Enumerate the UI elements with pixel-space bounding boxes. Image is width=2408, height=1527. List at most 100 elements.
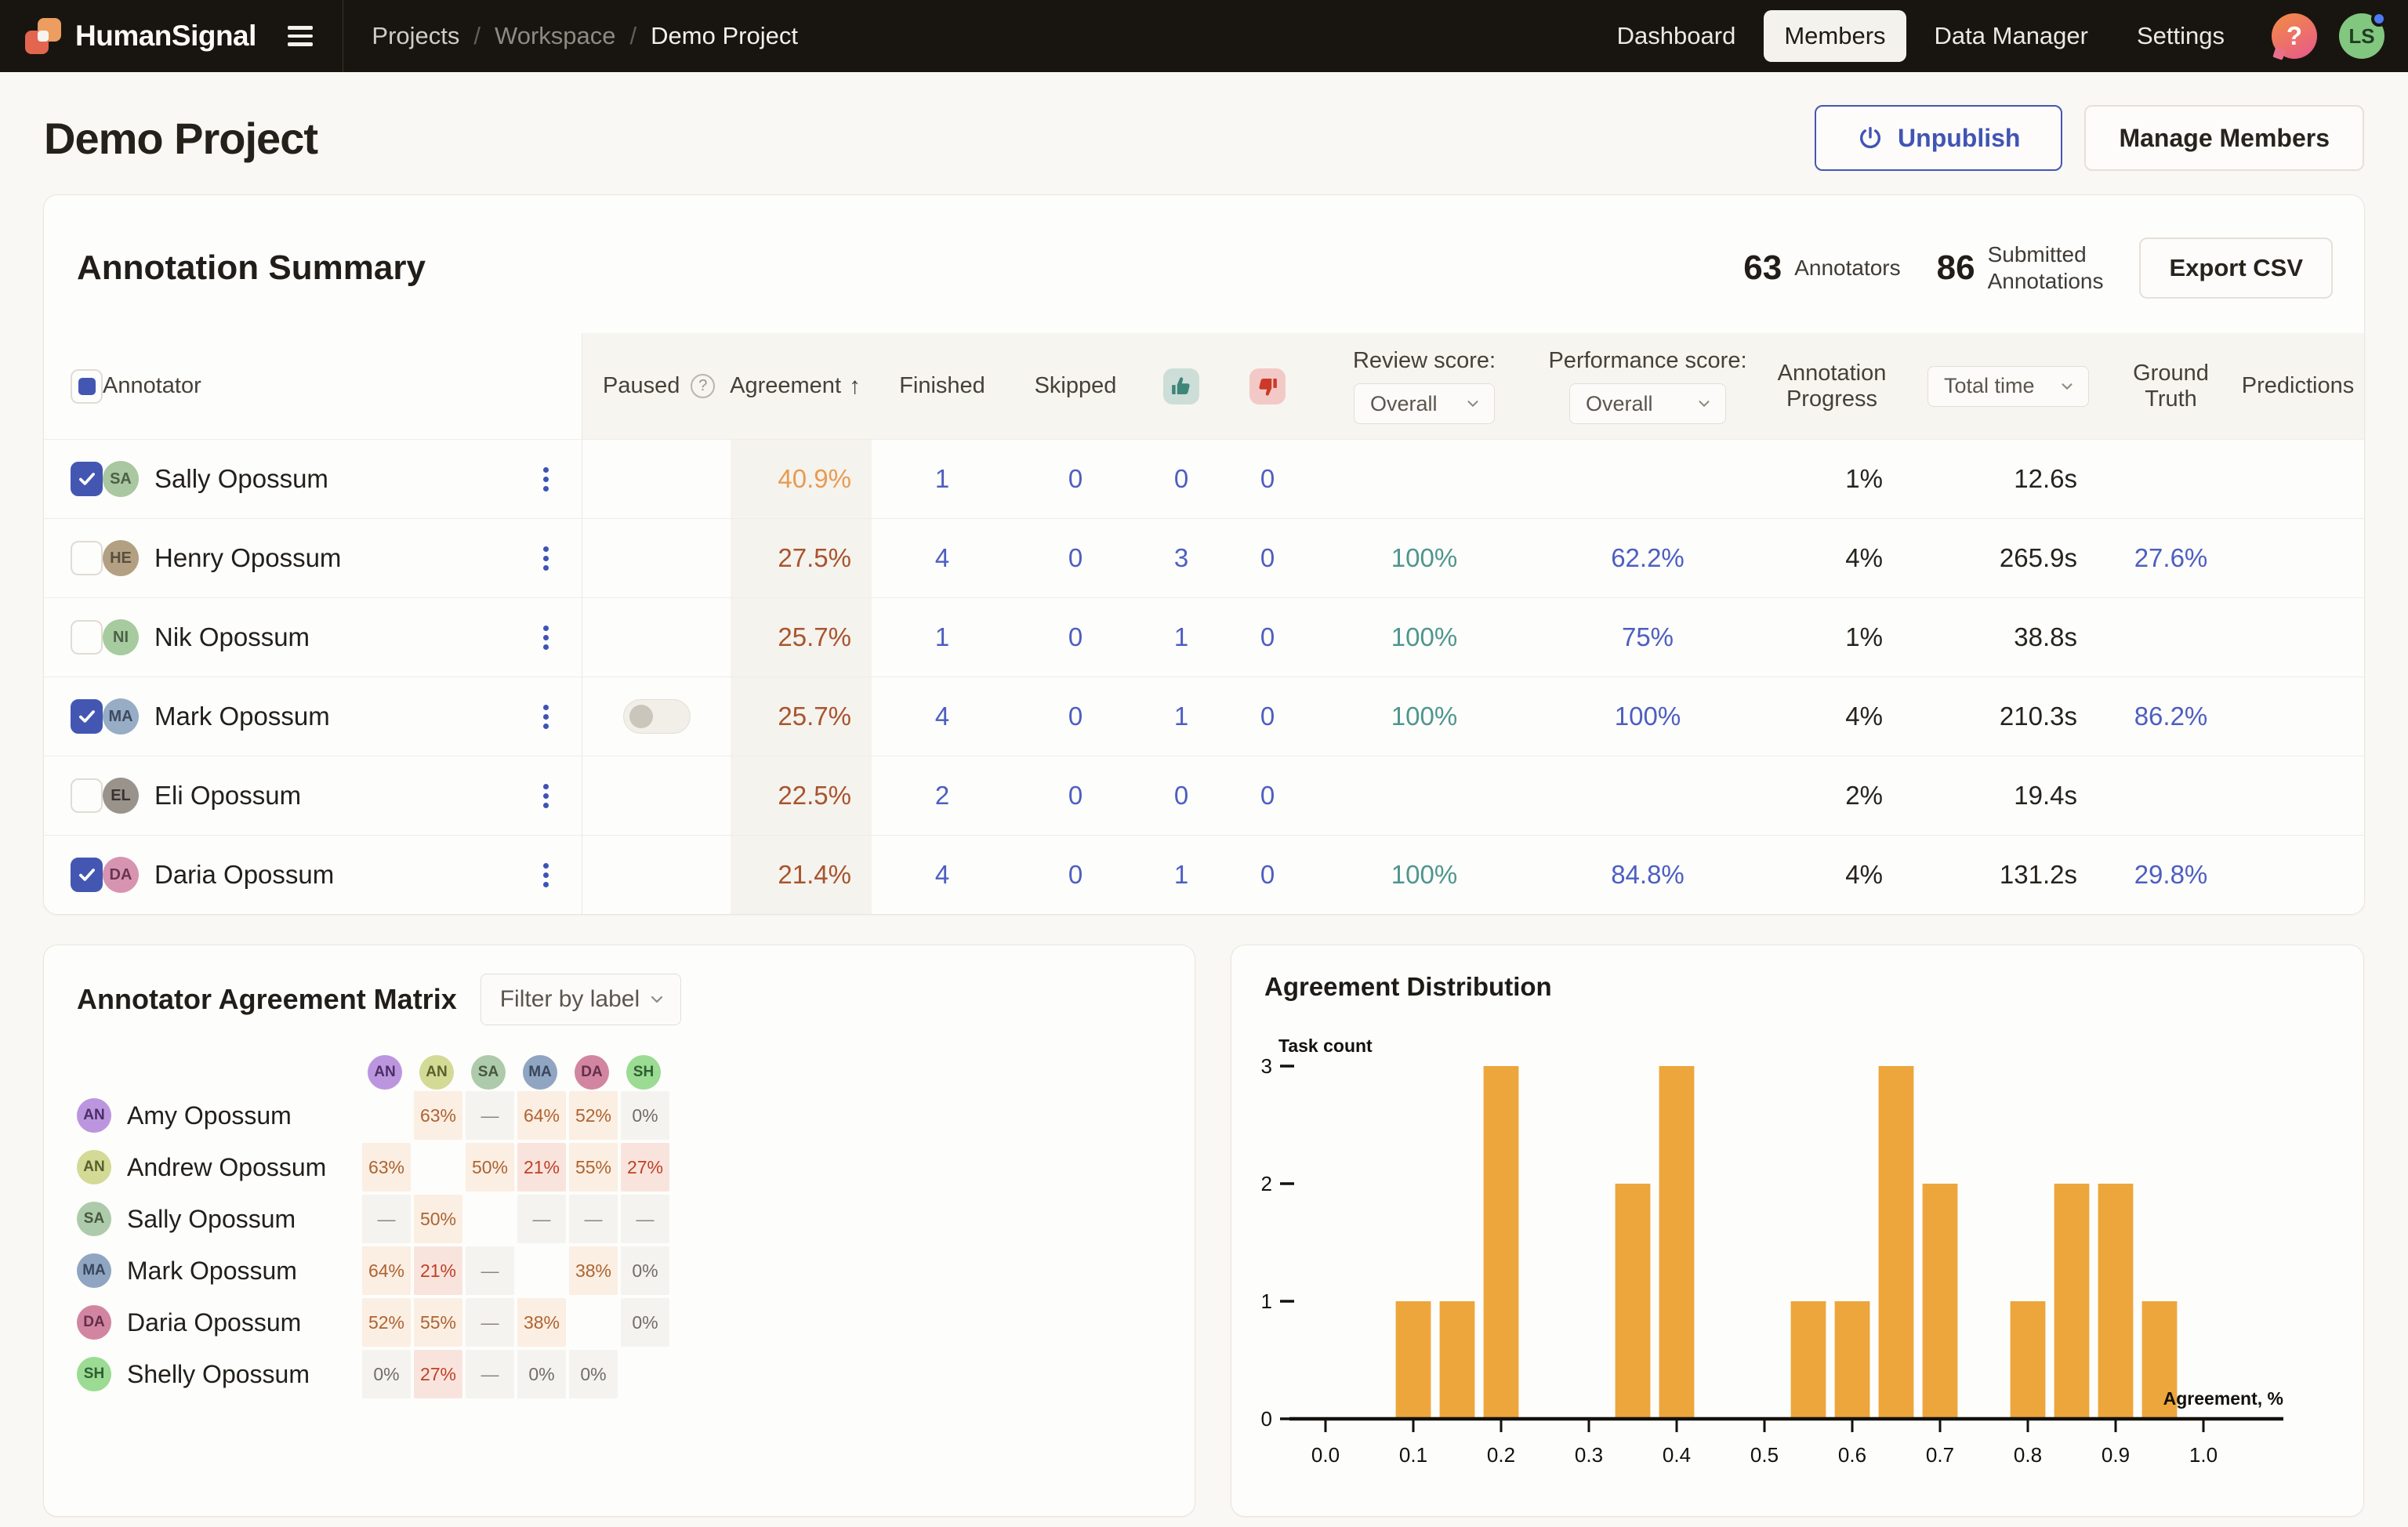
row-menu-button[interactable] [510, 440, 582, 518]
performance-score-value: 84.8% [1538, 836, 1757, 914]
table-row: EL Eli Opossum 22.5% 2 0 0 0 2% 19.4s [44, 756, 2364, 835]
breadcrumb-projects[interactable]: Projects [372, 22, 459, 50]
matrix-cell: 64% [517, 1091, 566, 1140]
column-paused: Paused ? [582, 333, 731, 439]
ground-truth-value: 86.2% [2110, 677, 2232, 756]
performance-score-value: 100% [1538, 677, 1757, 756]
matrix-cell: 38% [569, 1246, 618, 1295]
avatar: MA [77, 1253, 111, 1288]
avatar: EL [103, 778, 139, 814]
nav-settings[interactable]: Settings [2116, 10, 2245, 62]
matrix-title: Annotator Agreement Matrix [77, 983, 457, 1016]
topbar-divider [343, 0, 344, 72]
row-menu-button[interactable] [510, 519, 582, 597]
row-menu-button[interactable] [510, 677, 582, 756]
sort-ascending-icon: ↑ [849, 373, 861, 400]
matrix-cell: 27% [414, 1350, 462, 1398]
finished-value: 1 [872, 598, 1013, 676]
row-checkbox[interactable] [71, 462, 103, 496]
ground-truth-value: 29.8% [2110, 836, 2232, 914]
nav-members[interactable]: Members [1764, 10, 1906, 62]
annotation-progress-value: 1% [1757, 598, 1906, 676]
column-predictions: Predictions [2232, 333, 2364, 439]
histogram-bar [2098, 1184, 2134, 1419]
matrix-cell: — [621, 1195, 669, 1243]
paused-cell [582, 519, 731, 597]
row-menu-button[interactable] [510, 756, 582, 835]
row-checkbox[interactable] [71, 778, 103, 813]
histogram-bar [1879, 1066, 1914, 1419]
histogram-bar [1923, 1184, 1958, 1419]
filter-by-label-select[interactable]: Filter by label [481, 974, 681, 1025]
agreement-distribution-card: Agreement Distribution Task count01230.0… [1231, 945, 2364, 1517]
avatar: HE [103, 540, 139, 576]
matrix-cell: 0% [621, 1298, 669, 1347]
export-csv-button[interactable]: Export CSV [2139, 238, 2333, 299]
brand-name: HumanSignal [75, 20, 256, 53]
accepted-count: 3 [1138, 519, 1224, 597]
paused-help-icon[interactable]: ? [691, 374, 715, 398]
chart-title: Agreement Distribution [1264, 972, 1552, 1001]
avatar: SA [103, 461, 139, 497]
svg-text:1: 1 [1261, 1289, 1272, 1313]
total-time-value: 265.9s [1906, 519, 2110, 597]
help-icon[interactable]: ? [2272, 13, 2317, 59]
avatar: DA [77, 1305, 111, 1340]
row-menu-button[interactable] [510, 836, 582, 914]
avatar: SA [77, 1202, 111, 1236]
hamburger-menu-icon[interactable] [283, 21, 317, 51]
summary-table-header: Annotator Paused ? Agreement ↑ Finished … [44, 333, 2364, 439]
row-checkbox[interactable] [71, 858, 103, 892]
ground-truth-value [2110, 756, 2232, 835]
avatar: AN [368, 1055, 402, 1090]
matrix-cell: — [466, 1091, 514, 1140]
submitted-annotations-stat: 86 Submitted Annotations [1937, 241, 2104, 294]
manage-members-button[interactable]: Manage Members [2084, 105, 2364, 171]
annotation-progress-value: 4% [1757, 677, 1906, 756]
table-row: DA Daria Opossum 21.4% 4 0 1 0 100% 84.8… [44, 835, 2364, 914]
column-agreement[interactable]: Agreement ↑ [731, 333, 872, 439]
histogram-bar [1440, 1301, 1475, 1419]
svg-text:0.2: 0.2 [1487, 1443, 1515, 1467]
row-checkbox[interactable] [71, 699, 103, 734]
review-score-filter[interactable]: Overall [1354, 383, 1495, 424]
skipped-value: 0 [1013, 677, 1138, 756]
summary-title: Annotation Summary [77, 248, 426, 288]
nav-data-manager[interactable]: Data Manager [1914, 10, 2109, 62]
performance-score-value [1538, 756, 1757, 835]
chevron-down-icon [2058, 378, 2076, 395]
svg-text:2: 2 [1261, 1172, 1272, 1195]
agreement-matrix-card: Annotator Agreement Matrix Filter by lab… [43, 945, 1195, 1517]
user-avatar[interactable]: LS [2339, 13, 2384, 59]
matrix-cell [414, 1143, 462, 1191]
performance-score-filter[interactable]: Overall [1569, 383, 1726, 424]
accepted-count: 0 [1138, 440, 1224, 518]
unpublish-button[interactable]: Unpublish [1815, 105, 2062, 171]
brand-logo[interactable]: HumanSignal [24, 16, 256, 56]
predictions-value [2232, 598, 2364, 676]
paused-cell [582, 756, 731, 835]
review-score-value: 100% [1311, 677, 1538, 756]
avatar: DA [575, 1055, 609, 1090]
nav-dashboard[interactable]: Dashboard [1597, 10, 1757, 62]
annotator-name: Nik Opossum [154, 622, 310, 652]
row-checkbox[interactable] [71, 620, 103, 655]
column-annotator: Annotator [103, 373, 201, 399]
select-all-checkbox[interactable] [71, 369, 103, 404]
matrix-row-name: Mark Opossum [127, 1257, 297, 1286]
breadcrumb-workspace[interactable]: Workspace [495, 22, 616, 50]
chevron-down-icon [647, 990, 666, 1009]
total-time-filter[interactable]: Total time [1927, 366, 2089, 407]
page-header: Demo Project Unpublish Manage Members [0, 72, 2408, 194]
row-menu-button[interactable] [510, 598, 582, 676]
matrix-row: ANAndrew Opossum 63%50%21%55%27% [44, 1141, 1195, 1193]
row-checkbox[interactable] [71, 541, 103, 575]
agreement-value: 25.7% [731, 598, 872, 676]
matrix-cell: 0% [517, 1350, 566, 1398]
review-score-value: 100% [1311, 519, 1538, 597]
ground-truth-value [2110, 440, 2232, 518]
power-icon [1857, 125, 1884, 151]
matrix-cell: 63% [362, 1143, 411, 1191]
paused-toggle[interactable] [623, 699, 691, 734]
svg-text:0.8: 0.8 [2014, 1443, 2042, 1467]
